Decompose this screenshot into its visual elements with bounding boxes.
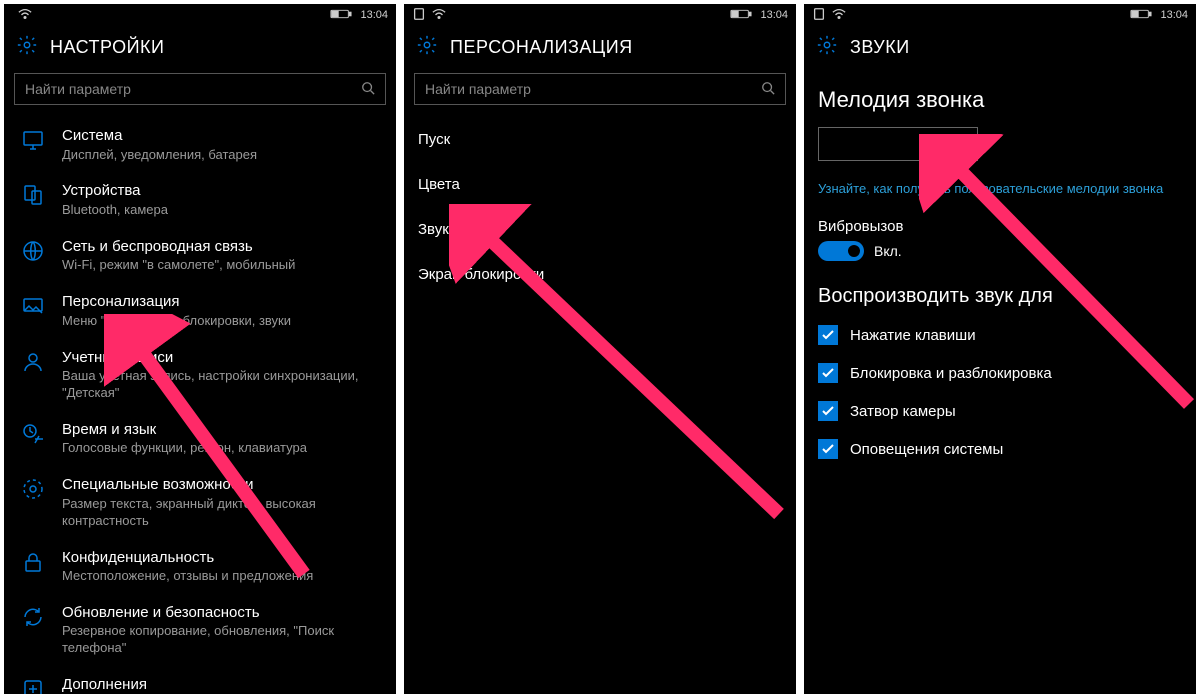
item-sub: Голосовые функции, регион, клавиатура [62,440,382,457]
vibrate-label: Вибровызов [804,214,1196,241]
wifi-icon [432,8,446,23]
page-title: ПЕРСОНАЛИЗАЦИЯ [450,37,633,58]
gear-icon [816,34,838,61]
time-language-icon [18,420,48,457]
person-icon [18,348,48,402]
personalization-item-sounds[interactable]: Звуки [404,207,796,252]
personalization-screen: 13:04 ПЕРСОНАЛИЗАЦИЯ Найти параметр Пуск… [404,4,796,694]
gear-icon [16,34,38,61]
page-title: НАСТРОЙКИ [50,37,164,58]
settings-item-personalization[interactable]: ПерсонализацияМеню "Пуск", экран блокиро… [4,283,396,338]
chevron-down-icon [955,135,967,153]
settings-item-update[interactable]: Обновление и безопасностьРезервное копир… [4,594,396,666]
item-title: Специальные возможности [62,475,382,495]
battery-icon [330,9,352,22]
header: ПЕРСОНАЛИЗАЦИЯ [404,26,796,73]
item-title: Время и язык [62,420,382,440]
item-sub: Размер текста, экранный диктор, высокая … [62,496,382,530]
checkbox[interactable] [818,325,838,345]
update-icon [18,603,48,657]
item-title: Обновление и безопасность [62,603,382,623]
settings-list: СистемаДисплей, уведомления, батарея Уст… [4,113,396,694]
personalization-item-start[interactable]: Пуск [404,117,796,162]
status-bar: 13:04 [804,4,1196,26]
settings-item-devices[interactable]: УстройстваBluetooth, камера [4,172,396,227]
wifi-icon [18,8,32,23]
check-label: Оповещения системы [850,441,1003,458]
search-icon [761,81,775,98]
checkbox[interactable] [818,401,838,421]
item-sub: Местоположение, отзывы и предложения [62,568,382,585]
battery-icon [730,9,752,22]
devices-icon [18,181,48,218]
status-bar: 13:04 [4,4,396,26]
item-sub: Wi-Fi, режим "в самолете", мобильный [62,257,382,274]
display-icon [18,126,48,163]
check-row-camera[interactable]: Затвор камеры [804,392,1196,430]
gear-icon [416,34,438,61]
search-input[interactable]: Найти параметр [14,73,386,105]
item-sub: Bluetooth, камера [62,202,382,219]
search-placeholder: Найти параметр [25,81,361,97]
globe-icon [18,237,48,274]
check-label: Нажатие клавиши [850,327,976,344]
item-title: Дополнения [62,675,382,694]
status-time: 13:04 [1160,9,1188,21]
header: НАСТРОЙКИ [4,26,396,73]
item-sub: Ваша учетная запись, настройки синхрониз… [62,368,382,402]
item-title: Учетные записи [62,348,382,368]
check-label: Блокировка и разблокировка [850,365,1052,382]
check-row-lock[interactable]: Блокировка и разблокировка [804,354,1196,392]
header: ЗВУКИ [804,26,1196,73]
check-label: Затвор камеры [850,403,956,420]
search-placeholder: Найти параметр [425,81,761,97]
lock-icon [18,548,48,585]
personalization-item-colors[interactable]: Цвета [404,162,796,207]
status-time: 13:04 [760,9,788,21]
page-title: ЗВУКИ [850,37,910,58]
item-sub: Меню "Пуск", экран блокировки, звуки [62,313,382,330]
item-title: Система [62,126,382,146]
item-title: Конфиденциальность [62,548,382,568]
item-title: Сеть и беспроводная связь [62,237,382,257]
settings-item-network[interactable]: Сеть и беспроводная связьWi-Fi, режим "в… [4,228,396,283]
check-row-keypress[interactable]: Нажатие клавиши [804,316,1196,354]
check-row-system[interactable]: Оповещения системы [804,430,1196,468]
settings-screen: 13:04 НАСТРОЙКИ Найти параметр СистемаДи… [4,4,396,694]
wifi-icon [832,8,846,23]
extras-icon [18,675,48,694]
settings-item-accounts[interactable]: Учетные записиВаша учетная запись, настр… [4,339,396,411]
personalization-item-lockscreen[interactable]: Экран блокировки [404,252,796,297]
vibrate-state: Вкл. [874,243,902,259]
status-time: 13:04 [360,9,388,21]
ringtone-dropdown[interactable] [818,127,978,161]
settings-item-extras[interactable]: Дополнения [4,666,396,694]
search-input[interactable]: Найти параметр [414,73,786,105]
vibrate-toggle[interactable] [818,241,864,261]
personalization-icon [18,292,48,329]
item-title: Персонализация [62,292,382,312]
settings-item-ease-access[interactable]: Специальные возможностиРазмер текста, эк… [4,466,396,538]
checkbox[interactable] [818,439,838,459]
orientation-icon [412,7,426,24]
battery-icon [1130,9,1152,22]
settings-item-system[interactable]: СистемаДисплей, уведомления, батарея [4,117,396,172]
orientation-icon [812,7,826,24]
settings-item-privacy[interactable]: КонфиденциальностьМестоположение, отзывы… [4,539,396,594]
play-sound-heading: Воспроизводить звук для [804,271,1196,316]
accessibility-icon [18,475,48,529]
search-icon [361,81,375,98]
item-title: Устройства [62,181,382,201]
ringtone-help-link[interactable]: Узнайте, как получить пользовательские м… [804,175,1196,214]
sounds-screen: 13:04 ЗВУКИ Мелодия звонка Узнайте, как … [804,4,1196,694]
item-sub: Дисплей, уведомления, батарея [62,147,382,164]
checkbox[interactable] [818,363,838,383]
settings-item-time-language[interactable]: Время и языкГолосовые функции, регион, к… [4,411,396,466]
personalization-list: Пуск Цвета Звуки Экран блокировки [404,113,796,694]
item-sub: Резервное копирование, обновления, "Поис… [62,623,382,657]
status-bar: 13:04 [404,4,796,26]
ringtone-heading: Мелодия звонка [804,73,1196,121]
